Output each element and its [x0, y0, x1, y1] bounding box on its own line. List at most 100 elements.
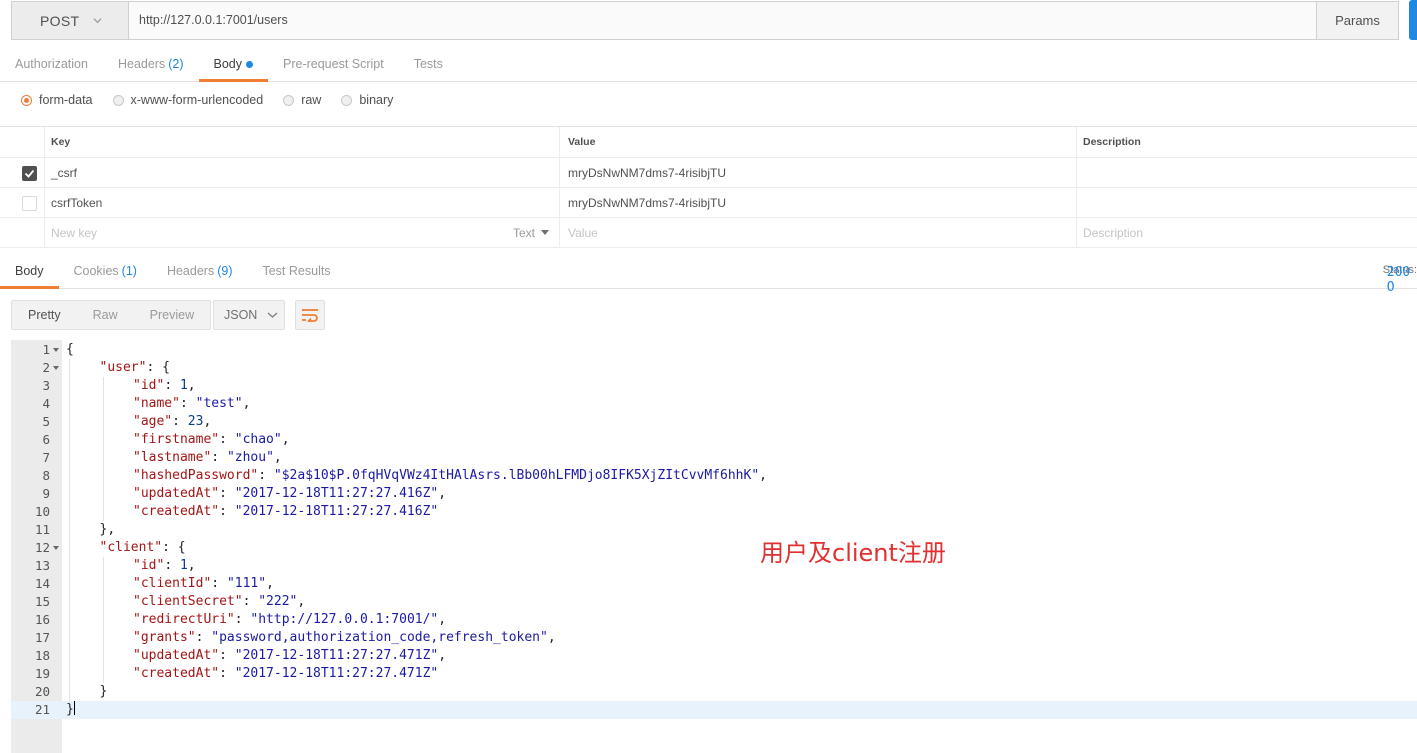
indent-guide	[102, 413, 104, 431]
code-token: ,	[547, 630, 556, 645]
indent-guide	[69, 539, 70, 557]
row-checkbox[interactable]	[22, 196, 37, 211]
new-value-input[interactable]: Value	[559, 218, 1077, 247]
form-data-table: Key Value Description _csrf mryDsNwNM7dms…	[0, 126, 1417, 248]
code-token: 23	[187, 414, 204, 429]
value-cell[interactable]: mryDsNwNM7dms7-4risibjTU	[559, 158, 1077, 187]
radio-circle-icon	[21, 94, 32, 106]
params-button[interactable]: Params	[1316, 2, 1398, 39]
view-mode-raw[interactable]: Raw	[77, 301, 134, 329]
tab-body[interactable]: Body	[198, 47, 269, 82]
key-cell[interactable]: csrfToken	[44, 188, 559, 217]
code-token: :	[164, 378, 180, 393]
code-text: "age": 23,	[133, 413, 211, 431]
method-select[interactable]: POST	[12, 2, 129, 39]
response-body-editor[interactable]: 1{2 "user": {3 "id": 1, 4 "name": "test", 5 "a…	[11, 340, 1417, 753]
code-text: "clientId": "111",	[133, 575, 274, 593]
code-line: 14 "clientId": "111",	[11, 575, 1417, 593]
indent-guide	[69, 647, 70, 665]
code-line: 11},	[11, 521, 1417, 539]
code-line: 3 "id": 1,	[11, 377, 1417, 395]
tab-pre-request-script[interactable]: Pre-request Script	[268, 47, 399, 81]
indent-guide	[69, 593, 70, 611]
wrap-lines-button[interactable]	[295, 300, 325, 330]
code-token: "id"	[133, 558, 165, 573]
key-cell[interactable]: _csrf	[44, 158, 559, 187]
format-label: JSON	[224, 308, 258, 322]
code-text: "id": 1,	[133, 557, 196, 575]
fold-caret-icon[interactable]	[53, 366, 59, 370]
annotation-text: 用户及client注册	[760, 539, 946, 567]
indent-guide	[69, 557, 70, 575]
response-tab-cookies[interactable]: Cookies (1)	[59, 254, 152, 288]
tab-headers[interactable]: Headers (2)	[103, 47, 199, 81]
code-line: 13 "id": 1,	[11, 557, 1417, 575]
new-key-input[interactable]: New key Text	[44, 218, 559, 247]
code-token: ,	[438, 486, 447, 501]
line-number: 14	[34, 576, 50, 591]
tab-count: (9)	[217, 264, 233, 278]
description-cell[interactable]	[1076, 188, 1417, 217]
code-token: "2017-12-18T11:27:27.471Z"	[234, 666, 439, 681]
radio-x-www-form-urlencoded[interactable]: x-www-form-urlencoded	[112, 93, 263, 107]
radio-raw[interactable]: raw	[283, 93, 321, 107]
tab-label: Pre-request Script	[283, 57, 384, 71]
response-tab-body[interactable]: Body	[0, 254, 59, 289]
description-cell[interactable]	[1076, 158, 1417, 187]
line-number: 8	[42, 468, 50, 483]
code-token: "user"	[99, 360, 147, 375]
indent-guide	[102, 647, 104, 665]
code-text: "updatedAt": "2017-12-18T11:27:27.416Z",	[133, 485, 446, 503]
code-line: 18 "updatedAt": "2017-12-18T11:27:27.471Z…	[11, 647, 1417, 665]
code-text: "firstname": "chao",	[133, 431, 290, 449]
code-text: "hashedPassword": "$2a$10$P.0fqHVqVWz4It…	[133, 467, 767, 485]
response-tab-headers[interactable]: Headers (9)	[152, 254, 248, 288]
line-number: 16	[34, 612, 50, 627]
code-token: :	[219, 648, 235, 663]
type-select[interactable]: Text	[513, 226, 549, 240]
code-line: 19 "createdAt": "2017-12-18T11:27:27.471Z…	[11, 665, 1417, 683]
new-value-placeholder: Value	[568, 225, 598, 240]
response-tab-test-results[interactable]: Test Results	[247, 254, 345, 288]
code-text: "grants": "password,authorization_code,r…	[133, 629, 556, 647]
indent-guide	[69, 467, 70, 485]
code-line: 17 "grants": "password,authorization_code…	[11, 629, 1417, 647]
indent-guide	[102, 431, 104, 449]
indent-guide	[102, 395, 104, 413]
method-label: POST	[40, 12, 80, 29]
row-checkbox[interactable]	[22, 166, 37, 181]
code-token: :	[219, 432, 235, 447]
line-number: 1	[42, 342, 50, 357]
code-token: :	[211, 450, 227, 465]
fold-caret-icon[interactable]	[53, 546, 59, 550]
format-select[interactable]: JSON	[213, 300, 285, 330]
request-bar: POST http://127.0.0.1:7001/users Params	[11, 1, 1399, 40]
tab-authorization[interactable]: Authorization	[0, 47, 103, 81]
fold-caret-icon[interactable]	[53, 348, 59, 352]
code-token: 1	[179, 558, 188, 573]
code-token: "111"	[226, 576, 267, 591]
view-mode-pretty[interactable]: Pretty	[12, 301, 77, 329]
caret-down-icon	[541, 230, 549, 235]
tab-label: Headers	[117, 57, 166, 71]
tab-label: Body	[15, 264, 44, 278]
code-token: "2017-12-18T11:27:27.416Z"	[234, 486, 439, 501]
tab-tests[interactable]: Tests	[399, 47, 458, 81]
code-text: {	[66, 341, 74, 359]
code-line: 7 "lastname": "zhou",	[11, 449, 1417, 467]
value-cell[interactable]: mryDsNwNM7dms7-4risibjTU	[559, 188, 1077, 217]
send-button[interactable]	[1409, 0, 1417, 40]
indent-guide	[69, 575, 70, 593]
view-mode-preview[interactable]: Preview	[134, 301, 210, 329]
tab-label: Test Results	[262, 264, 331, 278]
code-token: "updatedAt"	[133, 486, 220, 501]
radio-binary[interactable]: binary	[341, 93, 393, 107]
new-description-input[interactable]: Description	[1076, 218, 1417, 247]
url-input[interactable]: http://127.0.0.1:7001/users	[139, 13, 288, 27]
code-token: }	[99, 684, 108, 699]
table-row: csrfToken mryDsNwNM7dms7-4risibjTU	[0, 188, 1417, 218]
radio-form-data[interactable]: form-data	[21, 93, 93, 107]
indent-guide	[69, 449, 70, 467]
code-token: "createdAt"	[133, 504, 220, 519]
code-token: :	[219, 666, 235, 681]
